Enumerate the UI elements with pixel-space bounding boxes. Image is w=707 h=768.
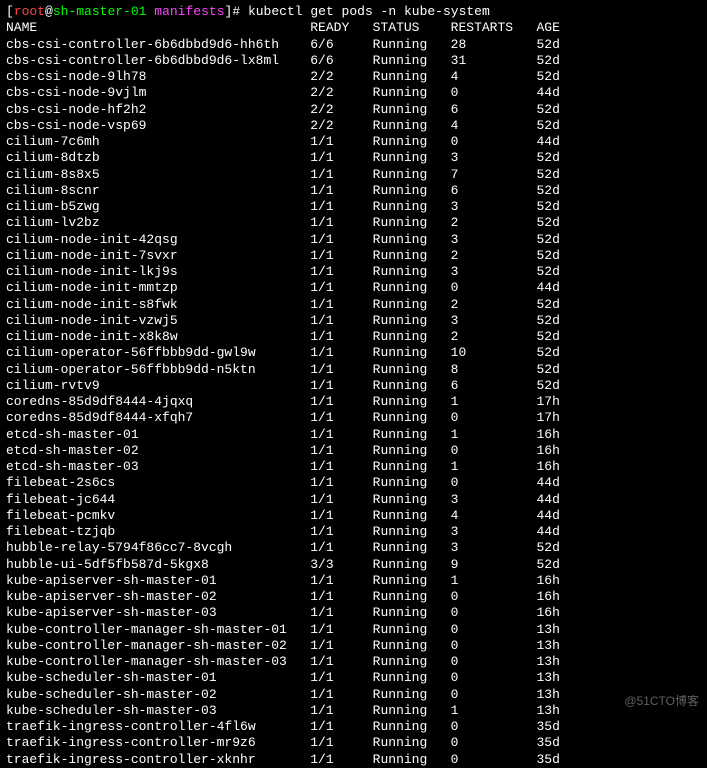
prompt-path: manifests [154, 4, 224, 19]
bracket-open: [ [6, 4, 14, 19]
watermark-text: @51CTO博客 [624, 694, 699, 709]
table-row: kube-apiserver-sh-master-01 1/1 Running … [6, 573, 701, 589]
table-row: cilium-7c6mh 1/1 Running 0 44d [6, 134, 701, 150]
table-row: kube-controller-manager-sh-master-02 1/1… [6, 638, 701, 654]
table-row: cbs-csi-node-vsp69 2/2 Running 4 52d [6, 118, 701, 134]
table-row: cilium-8s8x5 1/1 Running 7 52d [6, 167, 701, 183]
prompt-line: [root@sh-master-01 manifests]# kubectl g… [6, 4, 701, 20]
table-row: coredns-85d9df8444-xfqh7 1/1 Running 0 1… [6, 410, 701, 426]
table-row: cilium-rvtv9 1/1 Running 6 52d [6, 378, 701, 394]
table-row: cilium-node-init-s8fwk 1/1 Running 2 52d [6, 297, 701, 313]
table-row: cilium-8dtzb 1/1 Running 3 52d [6, 150, 701, 166]
table-row: kube-scheduler-sh-master-01 1/1 Running … [6, 670, 701, 686]
table-row: filebeat-jc644 1/1 Running 3 44d [6, 492, 701, 508]
table-row: cilium-lv2bz 1/1 Running 2 52d [6, 215, 701, 231]
prompt-hash: # [232, 4, 240, 19]
table-row: hubble-ui-5df5fb587d-5kgx8 3/3 Running 9… [6, 557, 701, 573]
table-row: kube-scheduler-sh-master-03 1/1 Running … [6, 703, 701, 719]
table-row: cilium-operator-56ffbbb9dd-gwl9w 1/1 Run… [6, 345, 701, 361]
table-row: traefik-ingress-controller-xknhr 1/1 Run… [6, 752, 701, 768]
table-row: kube-controller-manager-sh-master-03 1/1… [6, 654, 701, 670]
table-row: cilium-b5zwg 1/1 Running 3 52d [6, 199, 701, 215]
table-row: cilium-operator-56ffbbb9dd-n5ktn 1/1 Run… [6, 362, 701, 378]
table-row: cilium-node-init-42qsg 1/1 Running 3 52d [6, 232, 701, 248]
prompt-host: sh-master-01 [53, 4, 147, 19]
table-row: traefik-ingress-controller-mr9z6 1/1 Run… [6, 735, 701, 751]
table-row: filebeat-tzjqb 1/1 Running 3 44d [6, 524, 701, 540]
table-row: cbs-csi-controller-6b6dbbd9d6-lx8ml 6/6 … [6, 53, 701, 69]
table-row: kube-scheduler-sh-master-02 1/1 Running … [6, 687, 701, 703]
table-row: filebeat-pcmkv 1/1 Running 4 44d [6, 508, 701, 524]
table-header: NAME READY STATUS RESTARTS AGE [6, 20, 701, 36]
prompt-at: @ [45, 4, 53, 19]
table-row: cbs-csi-node-hf2h2 2/2 Running 6 52d [6, 102, 701, 118]
table-row: etcd-sh-master-03 1/1 Running 1 16h [6, 459, 701, 475]
table-row: etcd-sh-master-02 1/1 Running 0 16h [6, 443, 701, 459]
table-row: cilium-node-init-mmtzp 1/1 Running 0 44d [6, 280, 701, 296]
table-row: kube-apiserver-sh-master-03 1/1 Running … [6, 605, 701, 621]
prompt-user: root [14, 4, 45, 19]
table-row: hubble-relay-5794f86cc7-8vcgh 1/1 Runnin… [6, 540, 701, 556]
table-row: cilium-node-init-7svxr 1/1 Running 2 52d [6, 248, 701, 264]
table-row: kube-controller-manager-sh-master-01 1/1… [6, 622, 701, 638]
table-row: cbs-csi-node-9vjlm 2/2 Running 0 44d [6, 85, 701, 101]
table-row: filebeat-2s6cs 1/1 Running 0 44d [6, 475, 701, 491]
table-row: cbs-csi-node-9lh78 2/2 Running 4 52d [6, 69, 701, 85]
table-row: cilium-8scnr 1/1 Running 6 52d [6, 183, 701, 199]
table-row: cilium-node-init-lkj9s 1/1 Running 3 52d [6, 264, 701, 280]
table-row: coredns-85d9df8444-4jqxq 1/1 Running 1 1… [6, 394, 701, 410]
pods-table: NAME READY STATUS RESTARTS AGEcbs-csi-co… [6, 20, 701, 768]
table-row: cilium-node-init-x8k8w 1/1 Running 2 52d [6, 329, 701, 345]
table-row: kube-apiserver-sh-master-02 1/1 Running … [6, 589, 701, 605]
table-row: cilium-node-init-vzwj5 1/1 Running 3 52d [6, 313, 701, 329]
table-row: cbs-csi-controller-6b6dbbd9d6-hh6th 6/6 … [6, 37, 701, 53]
command-text[interactable]: kubectl get pods -n kube-system [248, 4, 490, 19]
table-row: etcd-sh-master-01 1/1 Running 1 16h [6, 427, 701, 443]
table-row: traefik-ingress-controller-4fl6w 1/1 Run… [6, 719, 701, 735]
